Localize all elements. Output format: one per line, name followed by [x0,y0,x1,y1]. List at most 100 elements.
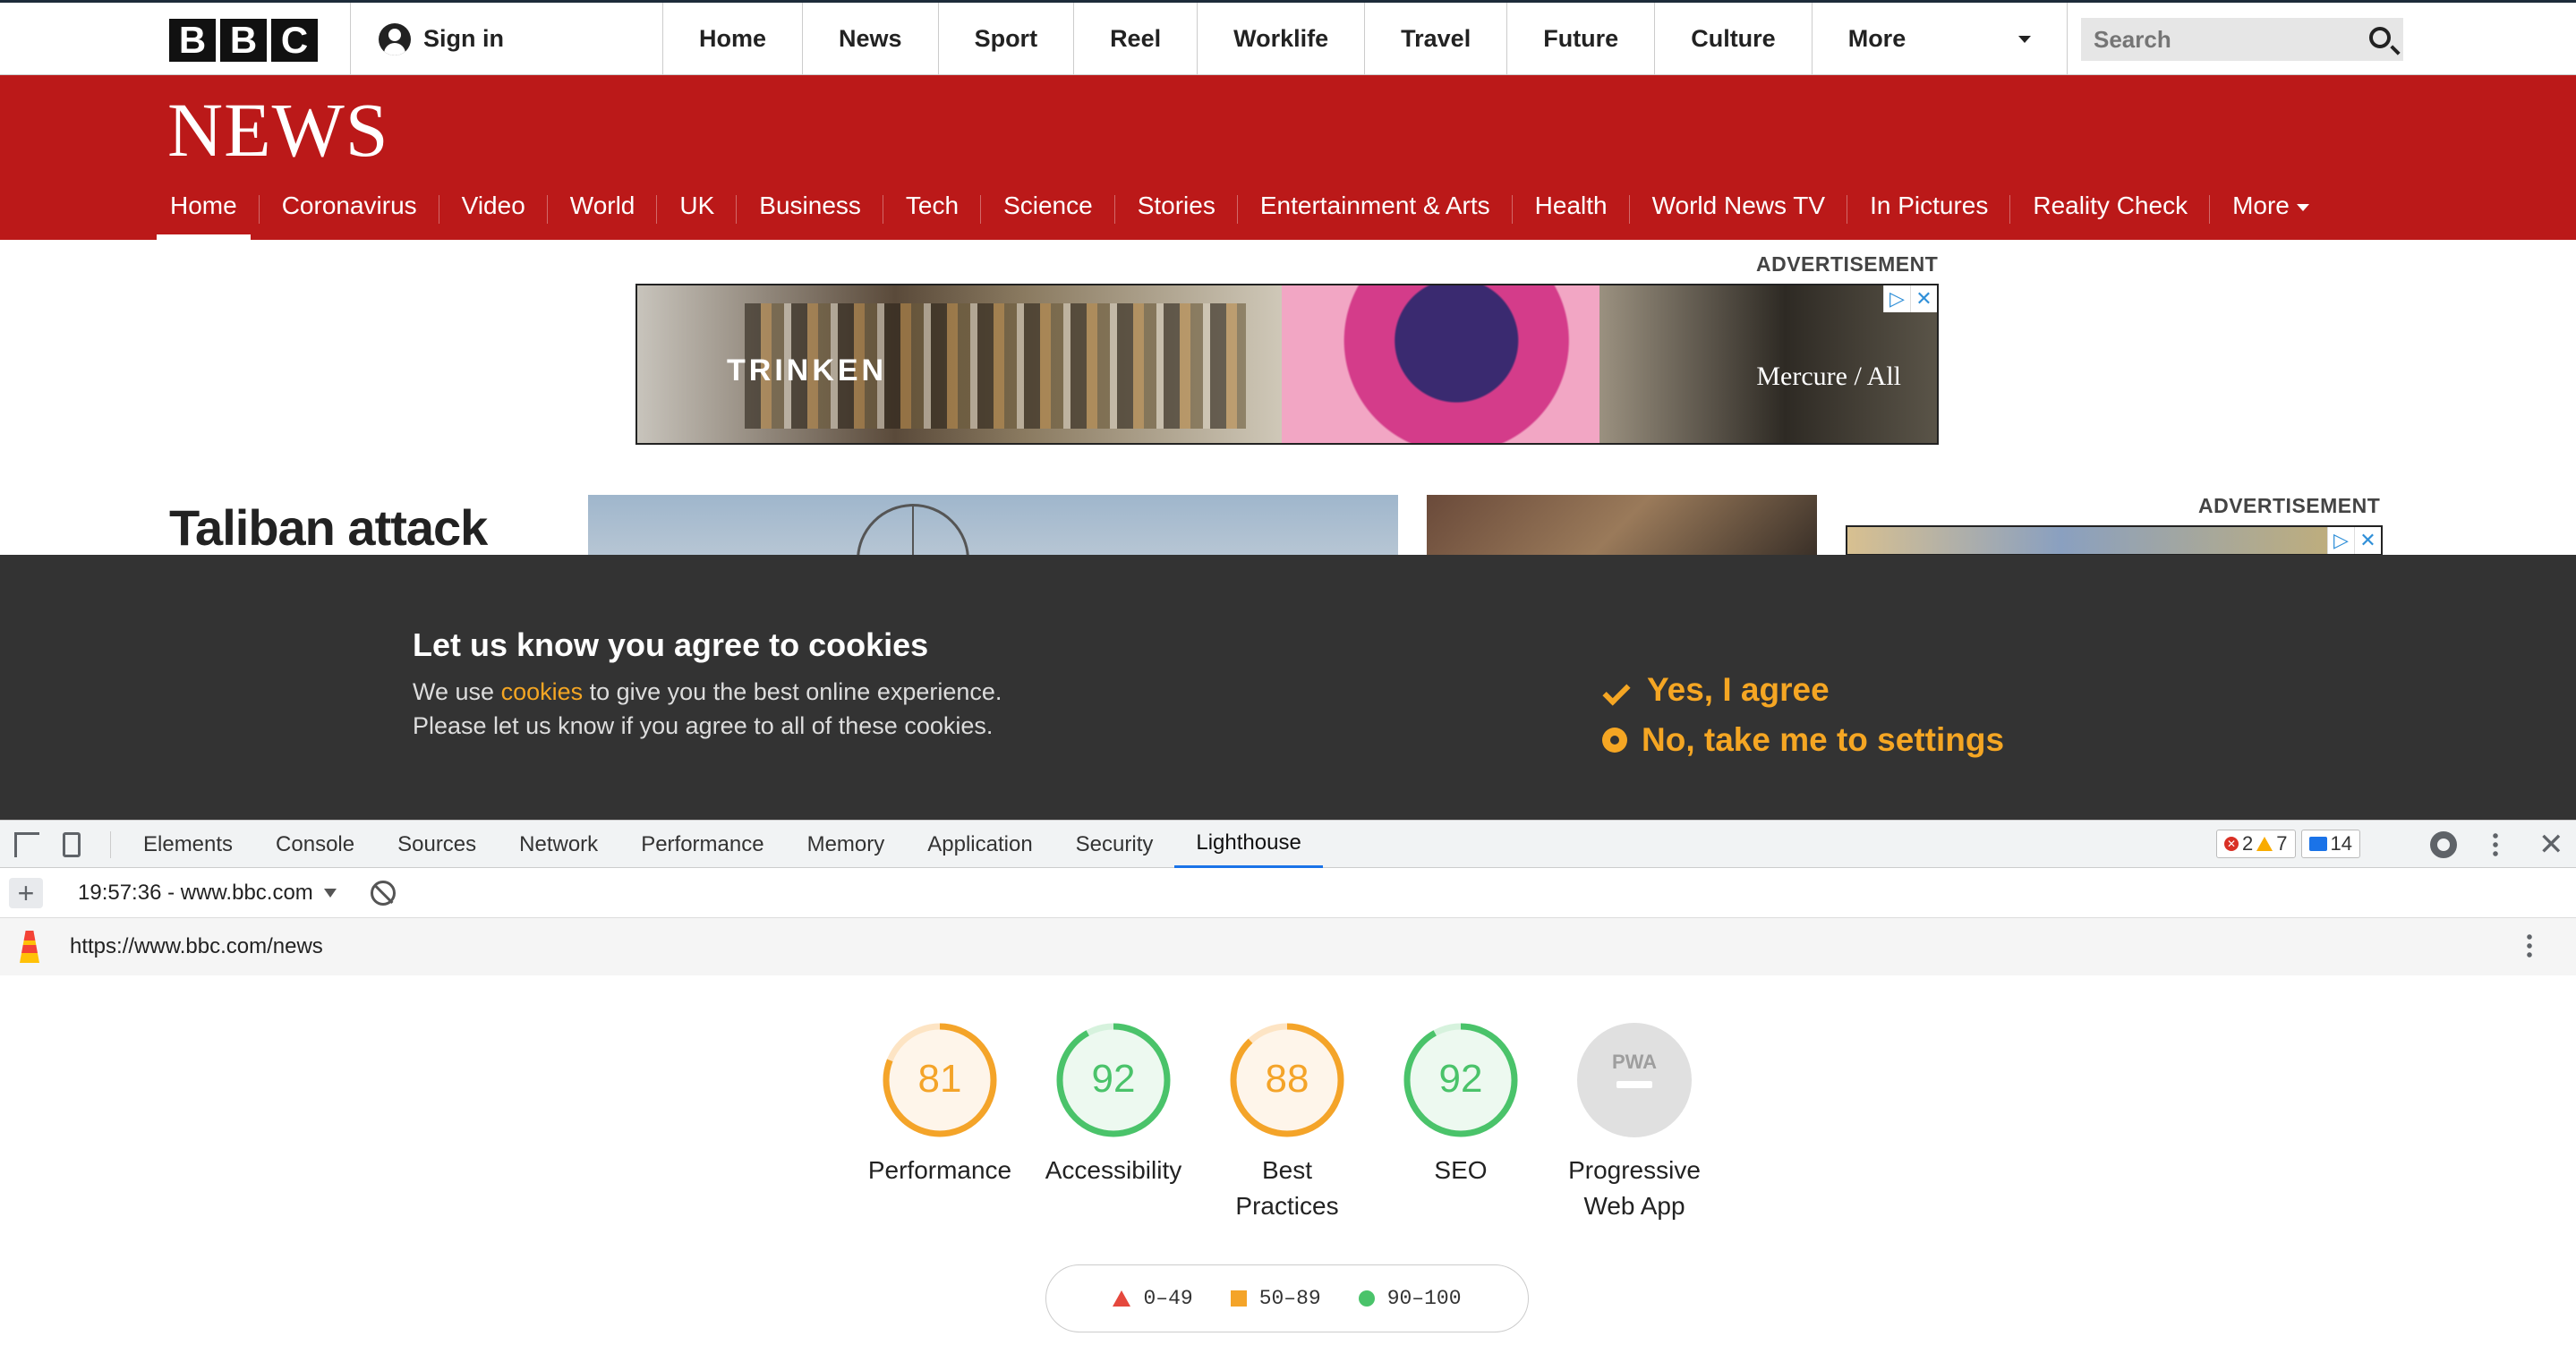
cookies-link[interactable]: cookies [501,678,584,705]
story-image-soldier[interactable] [1427,495,1817,556]
adchoices-icon[interactable]: ▷ [2327,527,2354,554]
inspect-element-icon[interactable] [14,832,39,857]
gauge-seo[interactable]: 92 SEO [1376,1020,1546,1188]
score-legend: 0–49 50–89 90–100 [1045,1264,1529,1332]
error-icon: ✕ [2224,837,2239,851]
pwa-badge-text: PWA [1612,1051,1657,1073]
top-nav-item[interactable]: Worklife [1198,3,1366,75]
search-icon[interactable] [2369,27,2391,48]
bbc-logo[interactable]: B B C [169,19,318,62]
tab-network[interactable]: Network [498,821,619,869]
bbc-logo-letter: C [271,19,318,62]
messages-badge[interactable]: 14 [2300,830,2360,858]
report-selector[interactable]: 19:57:36 - www.bbc.com [78,881,337,906]
top-nav-item[interactable]: Future [1507,3,1656,75]
cookie-text: We use cookies to give you the best onli… [413,678,1002,706]
caret-down-icon [2017,35,2031,43]
user-icon [379,22,411,55]
report-url[interactable]: https://www.bbc.com/news [70,934,323,959]
top-nav-item[interactable]: Sport [939,3,1075,75]
top-nav-item[interactable]: Home [663,3,804,75]
tab-memory[interactable]: Memory [786,821,907,869]
tab-sources[interactable]: Sources [376,821,498,869]
gauge-accessibility[interactable]: 92 Accessibility [1028,1020,1198,1188]
tab-elements[interactable]: Elements [122,821,254,869]
top-story-headline[interactable]: Taliban attack [169,498,488,557]
gauge-label: Best Practices [1235,1156,1339,1220]
advertisement-side[interactable]: ▷ ✕ [1846,525,2383,556]
news-nav-item[interactable]: Science [990,181,1115,240]
news-nav-item[interactable]: In Pictures [1856,181,2011,240]
tab-application[interactable]: Application [906,821,1053,869]
gauge-ring: 88 [1230,1023,1344,1137]
ad-choices: ▷ ✕ [2327,527,2381,554]
close-icon[interactable]: ✕ [1910,285,1937,312]
news-nav-item[interactable]: UK [666,181,738,240]
agree-label: Yes, I agree [1647,671,1830,708]
report-selector-label: 19:57:36 - www.bbc.com [78,881,313,905]
bbc-global-header: B B C Sign in Home News Sport Reel Workl… [0,0,2576,75]
cookie-settings-button[interactable]: No, take me to settings [1602,721,2004,759]
sign-in-button[interactable]: Sign in [350,3,504,75]
new-report-button[interactable]: + [9,877,43,909]
agree-cookies-button[interactable]: Yes, I agree [1602,671,1830,709]
message-count: 14 [2330,832,2352,855]
news-nav-item[interactable]: Business [746,181,883,240]
news-nav-item[interactable]: World News TV [1639,181,1848,240]
settings-gear-icon[interactable] [2430,831,2457,858]
news-nav-item[interactable]: Health [1522,181,1630,240]
news-nav-item[interactable]: Entertainment & Arts [1247,181,1513,240]
report-menu-icon[interactable] [2527,932,2532,959]
top-nav-more-label: More [1847,25,1906,52]
news-header: NEWS Home Coronavirus Video World UK Bus… [0,75,2576,240]
top-nav-item[interactable]: Reel [1074,3,1198,75]
news-nav-item[interactable]: Tech [892,181,982,240]
news-logo[interactable]: NEWS [167,91,389,168]
gauge-performance[interactable]: 81 Performance [855,1020,1025,1188]
advertisement-banner[interactable]: TRINKEN Mercure / All ▷ ✕ [635,284,1939,445]
adchoices-icon[interactable]: ▷ [1883,285,1910,312]
tab-lighthouse[interactable]: Lighthouse [1174,821,1323,869]
gauge-pwa[interactable]: PWA Progressive Web App [1549,1020,1719,1224]
gauge-best-practices[interactable]: 88 Best Practices [1202,1020,1372,1224]
errors-warnings-badge[interactable]: ✕ 2 7 [2216,830,2296,858]
tab-console[interactable]: Console [254,821,376,869]
tab-performance[interactable]: Performance [619,821,785,869]
close-icon[interactable]: ✕ [2354,527,2381,554]
top-nav-more[interactable]: More [1813,3,2068,75]
more-options-icon[interactable] [2493,831,2498,858]
ad-text-mercure: Mercure / All [1756,362,1901,391]
triangle-icon [1113,1290,1131,1307]
search-input[interactable] [2092,24,2351,55]
top-nav-item[interactable]: News [803,3,939,75]
news-nav-item[interactable]: Coronavirus [269,181,439,240]
close-devtools-icon[interactable]: ✕ [2538,830,2564,860]
advertisement-label: ADVERTISEMENT [1756,252,1939,276]
top-nav-item[interactable]: Culture [1655,3,1813,75]
news-nav-item[interactable]: Stories [1124,181,1239,240]
error-count: 2 [2242,832,2254,855]
devtools-tabs: Elements Console Sources Network Perform… [122,821,1323,869]
news-nav-more[interactable]: More [2219,181,2323,240]
news-nav-more-label: More [2232,192,2290,219]
news-nav-item[interactable]: World [557,181,657,240]
pwa-badge: PWA [1577,1023,1692,1137]
gauge-label: SEO [1434,1156,1488,1184]
cookie-banner: Let us know you agree to cookies We use … [0,555,2576,820]
gauge-score: 81 [918,1057,962,1101]
bbc-top-nav: Home News Sport Reel Worklife Travel Fut… [662,3,2068,75]
gauge-ring: 92 [1403,1023,1518,1137]
ad-image-pink [1282,285,1599,443]
clear-reports-icon[interactable] [371,881,396,906]
search-box[interactable] [2081,18,2403,61]
story-image-ferris-wheel[interactable] [588,495,1398,556]
bbc-logo-letter: B [169,19,216,62]
news-nav-item[interactable]: Video [448,181,548,240]
tab-security[interactable]: Security [1054,821,1175,869]
legend-fail-range: 0–49 [1143,1287,1193,1310]
device-toolbar-icon[interactable] [63,832,81,857]
news-nav-item[interactable]: Reality Check [2019,181,2210,240]
top-nav-item[interactable]: Travel [1365,3,1508,75]
legend-fail: 0–49 [1113,1287,1193,1310]
news-nav-item-home[interactable]: Home [157,181,260,240]
